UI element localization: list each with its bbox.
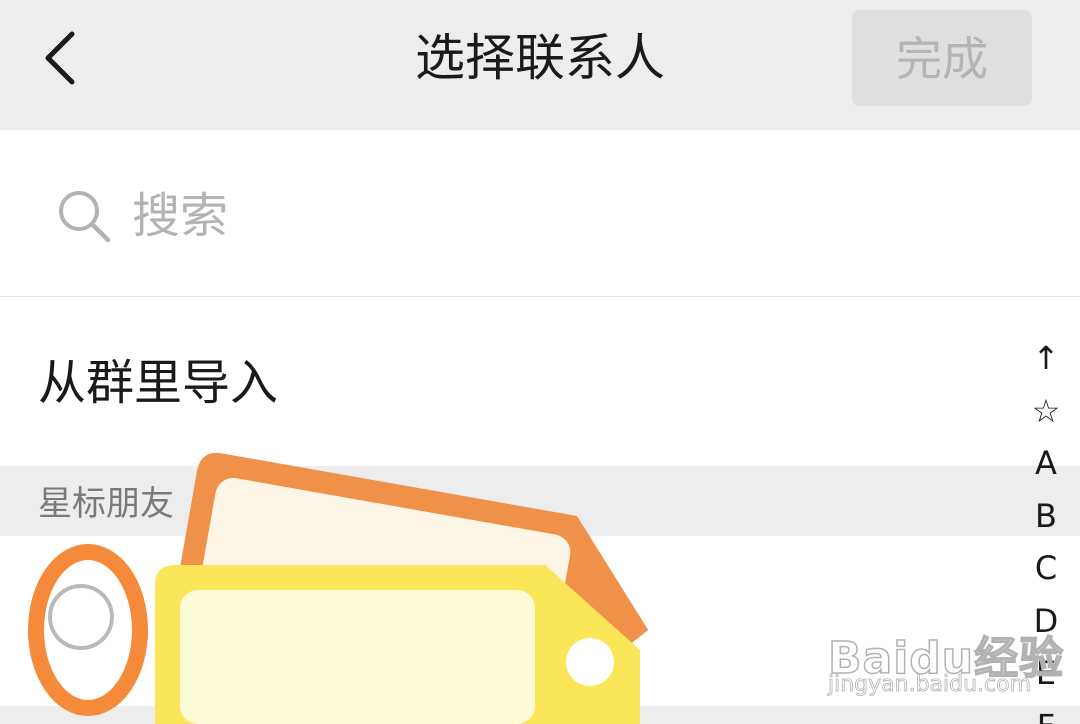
chevron-left-icon — [45, 31, 75, 85]
search-bar — [0, 130, 1080, 297]
index-item-f[interactable]: F — [1020, 700, 1072, 724]
index-item-b[interactable]: B — [1020, 490, 1072, 543]
done-button[interactable]: 完成 — [852, 10, 1032, 106]
section-title: 星标朋友 — [38, 484, 174, 524]
contact-row[interactable] — [0, 536, 1010, 706]
section-divider — [0, 706, 1080, 724]
search-input[interactable] — [130, 180, 834, 252]
index-item-a[interactable]: A — [1020, 437, 1072, 490]
alphabet-index-bar[interactable]: ↑ ☆ A B C D E F — [1020, 332, 1072, 724]
radio-unchecked-icon[interactable] — [48, 584, 114, 650]
search-icon — [59, 191, 111, 243]
import-from-group-label: 从群里导入 — [38, 355, 279, 411]
section-header-starred: 星标朋友 — [0, 466, 1080, 536]
index-item-d[interactable]: D — [1020, 595, 1072, 648]
index-item-c[interactable]: C — [1020, 542, 1072, 595]
back-button[interactable] — [30, 22, 90, 94]
top-bar: 选择联系人 完成 — [0, 0, 1080, 130]
import-from-group-row[interactable]: 从群里导入 — [0, 297, 1010, 465]
index-item-e[interactable]: E — [1020, 647, 1072, 700]
index-item-top[interactable]: ↑ — [1020, 332, 1072, 385]
index-item-star[interactable]: ☆ — [1020, 385, 1072, 438]
